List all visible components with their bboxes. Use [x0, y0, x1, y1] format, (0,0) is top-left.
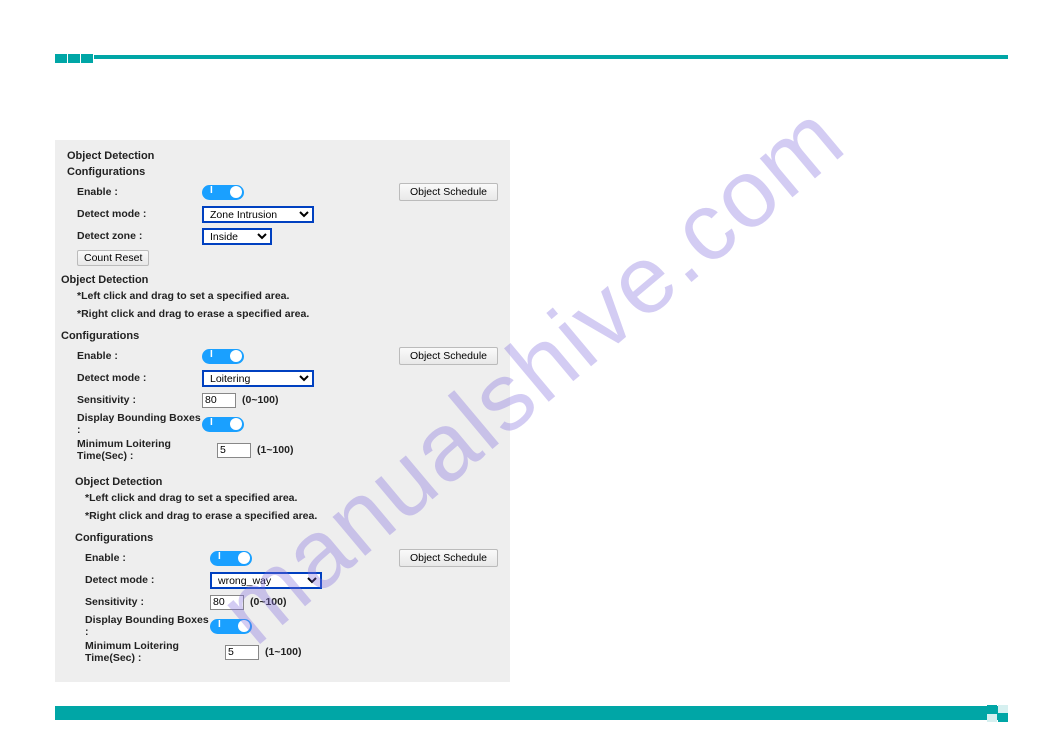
row-enable-1: Enable : Object Schedule — [67, 182, 498, 202]
label-detect-mode-1: Detect mode : — [67, 208, 202, 220]
label-minloiter-2: Minimum Loitering Time(Sec) : — [67, 438, 217, 462]
bbox-toggle-2[interactable] — [202, 417, 244, 432]
sensitivity-input-3[interactable] — [210, 595, 244, 610]
label-detect-mode-3: Detect mode : — [75, 574, 210, 586]
detect-zone-select-1[interactable]: Inside — [202, 228, 272, 245]
object-schedule-button-3[interactable]: Object Schedule — [399, 549, 498, 567]
footer-blocks — [987, 705, 1008, 722]
bbox-toggle-3[interactable] — [210, 619, 252, 634]
sensitivity-input-2[interactable] — [202, 393, 236, 408]
row-enable-3: Enable : Object Schedule — [75, 548, 498, 568]
detect-help-1: Object Detection *Left click and drag to… — [67, 274, 498, 320]
section-2: Configurations Enable : Object Schedule … — [67, 330, 498, 462]
detect-mode-select-1[interactable]: Zone Intrusion — [202, 206, 314, 223]
label-enable-2: Enable : — [67, 350, 202, 362]
label-enable-1: Enable : — [67, 186, 202, 198]
row-detect-mode-2: Detect mode : Loitering — [67, 368, 498, 388]
row-count-reset: Count Reset — [67, 248, 498, 268]
section1-title-detect: Object Detection — [67, 150, 498, 162]
help1-note1: *Left click and drag to set a specified … — [77, 290, 498, 302]
minloiter-input-2[interactable] — [217, 443, 251, 458]
object-schedule-button-2[interactable]: Object Schedule — [399, 347, 498, 365]
label-sensitivity-2: Sensitivity : — [67, 394, 202, 406]
row-detect-zone-1: Detect zone : Inside — [67, 226, 498, 246]
minloiter-input-3[interactable] — [225, 645, 259, 660]
count-reset-button[interactable]: Count Reset — [77, 250, 149, 266]
enable-toggle-2[interactable] — [202, 349, 244, 364]
row-bbox-3: Display Bounding Boxes : — [75, 614, 498, 638]
row-minloiter-3: Minimum Loitering Time(Sec) : (1~100) — [75, 640, 498, 664]
row-detect-mode-1: Detect mode : Zone Intrusion — [67, 204, 498, 224]
row-sensitivity-2: Sensitivity : (0~100) — [67, 390, 498, 410]
minloiter-hint-3: (1~100) — [265, 646, 301, 658]
sensitivity-hint-3: (0~100) — [250, 596, 286, 608]
label-enable-3: Enable : — [75, 552, 210, 564]
footer-bar — [55, 706, 1008, 720]
section3-note2: *Right click and drag to erase a specifi… — [85, 510, 498, 522]
section-1: Object Detection Configurations Enable :… — [67, 150, 498, 268]
help1-note2: *Right click and drag to erase a specifi… — [77, 308, 498, 320]
section1-title-conf: Configurations — [67, 166, 498, 178]
section3-note1: *Left click and drag to set a specified … — [85, 492, 498, 504]
object-schedule-button-1[interactable]: Object Schedule — [399, 183, 498, 201]
sensitivity-hint-2: (0~100) — [242, 394, 278, 406]
section-3: Object Detection *Left click and drag to… — [67, 476, 498, 664]
row-detect-mode-3: Detect mode : wrong_way — [75, 570, 498, 590]
row-enable-2: Enable : Object Schedule — [67, 346, 498, 366]
row-minloiter-2: Minimum Loitering Time(Sec) : (1~100) — [67, 438, 498, 462]
help1-title: Object Detection — [61, 274, 498, 286]
label-sensitivity-3: Sensitivity : — [75, 596, 210, 608]
detect-mode-select-2[interactable]: Loitering — [202, 370, 314, 387]
minloiter-hint-2: (1~100) — [257, 444, 293, 456]
label-bbox-2: Display Bounding Boxes : — [67, 412, 202, 436]
row-bbox-2: Display Bounding Boxes : — [67, 412, 498, 436]
label-minloiter-3: Minimum Loitering Time(Sec) : — [75, 640, 225, 664]
detect-mode-select-3[interactable]: wrong_way — [210, 572, 322, 589]
header-blocks — [55, 54, 94, 63]
enable-toggle-1[interactable] — [202, 185, 244, 200]
section3-title-detect: Object Detection — [75, 476, 498, 488]
row-sensitivity-3: Sensitivity : (0~100) — [75, 592, 498, 612]
label-detect-mode-2: Detect mode : — [67, 372, 202, 384]
header-rule — [55, 55, 1008, 59]
settings-panel: Object Detection Configurations Enable :… — [55, 140, 510, 682]
section2-title-conf: Configurations — [61, 330, 498, 342]
enable-toggle-3[interactable] — [210, 551, 252, 566]
label-detect-zone-1: Detect zone : — [67, 230, 202, 242]
label-bbox-3: Display Bounding Boxes : — [75, 614, 210, 638]
section3-title-conf: Configurations — [75, 532, 498, 544]
